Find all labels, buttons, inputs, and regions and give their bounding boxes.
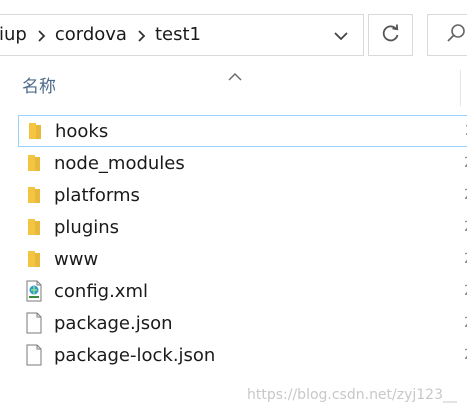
breadcrumb-item-cordova[interactable]: cordova [55,26,127,44]
watermark: https://blog.csdn.net/zyj123__ [247,387,457,403]
list-item-www[interactable]: www 2 [18,243,467,275]
file-name: plugins [54,216,120,238]
file-name: hooks [55,120,109,142]
address-history-dropdown[interactable] [319,15,363,55]
folder-icon [24,248,44,270]
list-item-config-xml[interactable]: config.xml 2 [18,275,467,307]
column-header-name[interactable]: 名称 [22,74,56,100]
list-item-plugins[interactable]: plugins 2 [18,211,467,243]
list-item-package-json[interactable]: package.json 2 [18,307,467,339]
xml-file-icon [24,280,44,302]
refresh-button[interactable] [368,14,413,56]
file-name: www [54,248,99,270]
file-icon [24,312,44,334]
file-name: package.json [54,312,173,334]
chevron-right-icon[interactable] [127,25,155,46]
folder-icon [24,152,44,174]
file-name: platforms [54,184,140,206]
list-item-hooks[interactable]: hooks 2 [18,115,467,147]
file-name: node_modules [54,152,185,174]
list-item-node-modules[interactable]: node_modules 2 [18,147,467,179]
address-bar[interactable]: iup cordova test1 [0,14,364,56]
refresh-icon [381,23,401,47]
file-icon [24,344,44,366]
list-item-platforms[interactable]: platforms 2 [18,179,467,211]
chevron-down-icon [333,26,349,45]
chevron-right-icon[interactable] [27,25,55,46]
breadcrumb-item-test1[interactable]: test1 [155,26,201,44]
search-icon [446,23,466,47]
file-name: config.xml [54,280,148,302]
folder-icon [25,120,45,142]
breadcrumb: iup cordova test1 [0,15,201,55]
search-input[interactable] [427,14,467,56]
folder-icon [24,184,44,206]
column-divider[interactable] [460,70,461,106]
file-name: package-lock.json [54,344,216,366]
list-item-package-lock-json[interactable]: package-lock.json 2 [18,339,467,371]
sort-ascending-icon [228,66,242,85]
breadcrumb-item-iup[interactable]: iup [0,26,27,44]
file-explorer-window: iup cordova test1 名称 hooks node_modules … [0,0,467,415]
folder-icon [24,216,44,238]
